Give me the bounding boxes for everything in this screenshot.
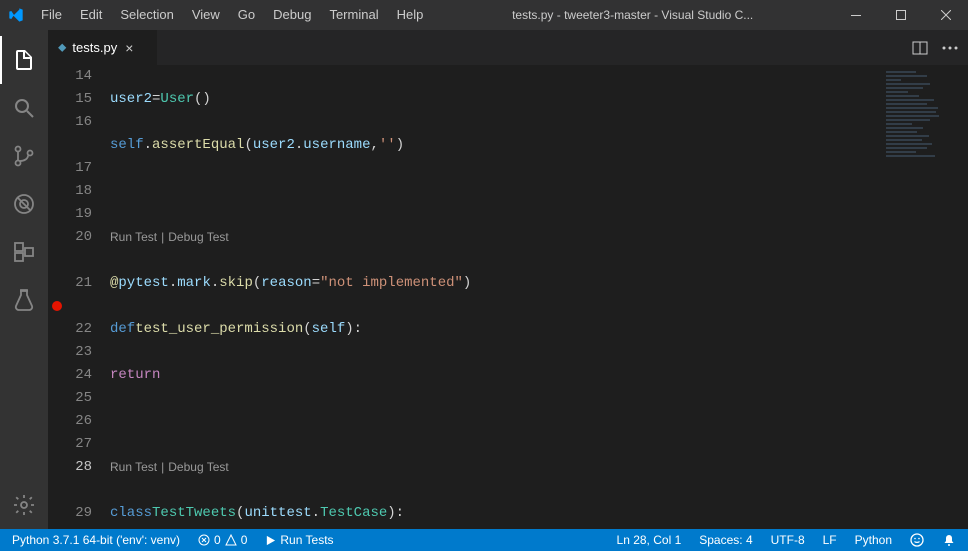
run-icon bbox=[265, 535, 276, 546]
codelens[interactable]: Run Test|Debug Test bbox=[110, 226, 878, 249]
activity-bar bbox=[0, 30, 48, 529]
titlebar: File Edit Selection View Go Debug Termin… bbox=[0, 0, 968, 30]
debug-icon[interactable] bbox=[0, 180, 48, 228]
tab-label: tests.py bbox=[72, 40, 117, 55]
menubar: File Edit Selection View Go Debug Termin… bbox=[32, 0, 432, 30]
menu-selection[interactable]: Selection bbox=[111, 0, 182, 30]
menu-help[interactable]: Help bbox=[388, 0, 433, 30]
source-control-icon[interactable] bbox=[0, 132, 48, 180]
tab-tests-py[interactable]: ⬥ tests.py × bbox=[48, 30, 158, 65]
menu-go[interactable]: Go bbox=[229, 0, 264, 30]
window-controls bbox=[833, 0, 968, 30]
status-python-env[interactable]: Python 3.7.1 64-bit ('env': venv) bbox=[8, 529, 184, 551]
menu-view[interactable]: View bbox=[183, 0, 229, 30]
warning-icon bbox=[225, 534, 237, 546]
code-editor[interactable]: user2=User() self.assertEqual(user2.user… bbox=[110, 65, 878, 529]
status-spaces[interactable]: Spaces: 4 bbox=[695, 529, 756, 551]
menu-edit[interactable]: Edit bbox=[71, 0, 111, 30]
menu-terminal[interactable]: Terminal bbox=[320, 0, 387, 30]
tab-bar: ⬥ tests.py × bbox=[48, 30, 968, 65]
error-icon bbox=[198, 534, 210, 546]
python-file-icon: ⬥ bbox=[58, 40, 66, 55]
status-ln-col[interactable]: Ln 28, Col 1 bbox=[613, 529, 686, 551]
line-number-gutter: 14 15 16 17 18 19 20 21 22 23 24 25 26 2… bbox=[48, 65, 110, 529]
split-editor-icon[interactable] bbox=[912, 40, 928, 56]
status-run-tests[interactable]: Run Tests bbox=[261, 529, 337, 551]
menu-debug[interactable]: Debug bbox=[264, 0, 320, 30]
minimap[interactable] bbox=[878, 65, 968, 529]
close-button[interactable] bbox=[923, 0, 968, 30]
extensions-icon[interactable] bbox=[0, 228, 48, 276]
explorer-icon[interactable] bbox=[0, 36, 48, 84]
menu-file[interactable]: File bbox=[32, 0, 71, 30]
more-actions-icon[interactable] bbox=[942, 46, 958, 50]
tab-close-icon[interactable]: × bbox=[123, 38, 135, 58]
status-problems[interactable]: 0 0 bbox=[194, 529, 251, 551]
status-encoding[interactable]: UTF-8 bbox=[767, 529, 809, 551]
minimize-button[interactable] bbox=[833, 0, 878, 30]
status-notifications-icon[interactable] bbox=[938, 529, 960, 551]
breakpoint-marker[interactable] bbox=[52, 301, 62, 311]
status-feedback-icon[interactable] bbox=[906, 529, 928, 551]
maximize-button[interactable] bbox=[878, 0, 923, 30]
codelens[interactable]: Run Test|Debug Test bbox=[110, 456, 878, 479]
search-icon[interactable] bbox=[0, 84, 48, 132]
status-language[interactable]: Python bbox=[851, 529, 896, 551]
test-icon[interactable] bbox=[0, 276, 48, 324]
window-title: tests.py - tweeter3-master - Visual Stud… bbox=[432, 8, 833, 22]
status-bar: Python 3.7.1 64-bit ('env': venv) 0 0 Ru… bbox=[0, 529, 968, 551]
vscode-logo-icon bbox=[8, 7, 32, 23]
settings-gear-icon[interactable] bbox=[0, 481, 48, 529]
status-eol[interactable]: LF bbox=[819, 529, 841, 551]
